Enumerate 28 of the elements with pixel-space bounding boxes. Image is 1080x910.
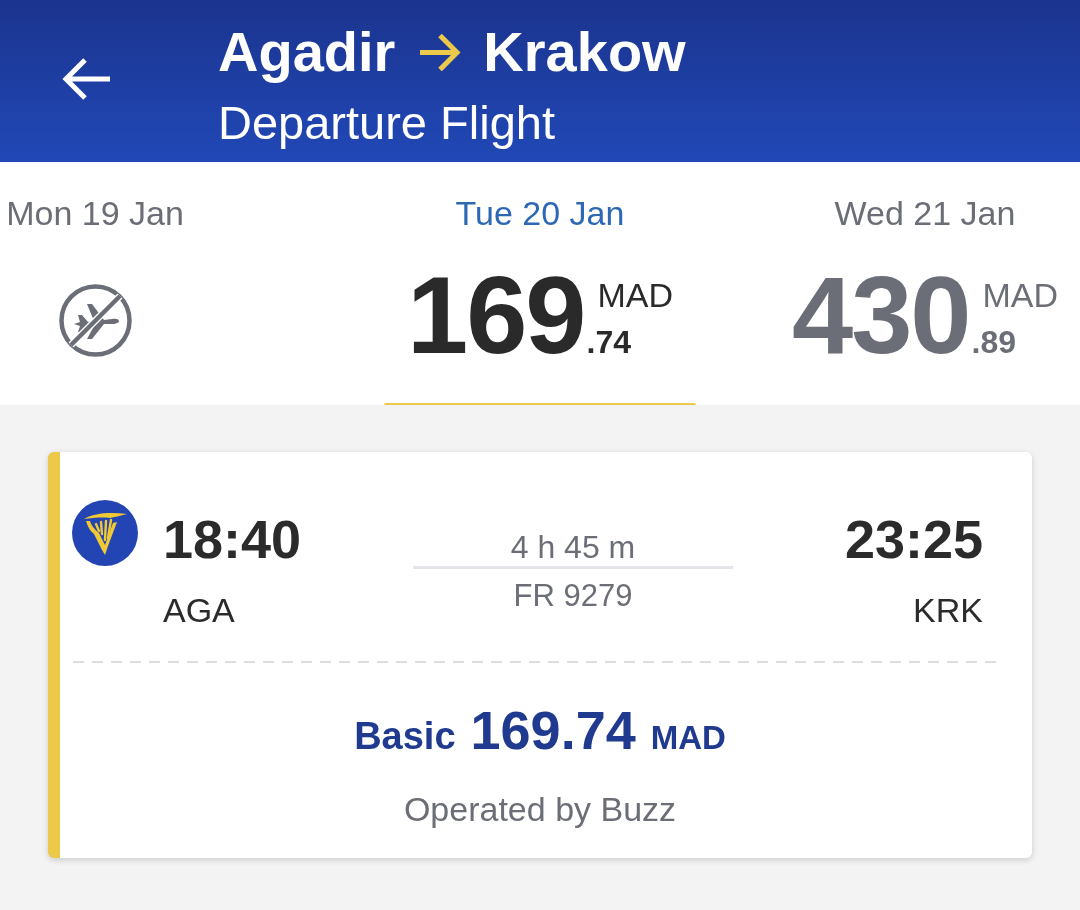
price-amount: 169 [406, 253, 585, 376]
price-decimals: .74 [586, 325, 632, 359]
flight-number: FR 9279 [513, 578, 633, 614]
fare-currency: MAD [650, 718, 726, 758]
no-flights-icon [58, 284, 132, 357]
date-tab[interactable]: Mon 19 Jan [6, 193, 184, 233]
arrival-airport: KRK [912, 590, 983, 630]
destination-city: Krakow [483, 20, 686, 84]
departure-time: 18:40 [163, 509, 302, 569]
price-decimals: .89 [971, 325, 1017, 359]
operator-text: Operated by Buzz [403, 790, 677, 828]
date-tab[interactable]: Wed 21 Jan [834, 193, 1016, 233]
arrow-right-icon [420, 33, 462, 71]
currency-label: MAD [596, 275, 674, 315]
harp-icon [72, 500, 138, 566]
flight-duration: 4 h 45 m [510, 529, 636, 565]
back-button[interactable] [60, 57, 110, 101]
origin-city: Agadir [218, 20, 396, 84]
departure-airport: AGA [163, 590, 236, 630]
fare-name: Basic [354, 714, 456, 759]
arrival-time: 23:25 [844, 509, 983, 569]
date-tab[interactable]: Tue 20 Jan [455, 193, 625, 233]
price-amount: 430 [791, 253, 970, 376]
back-arrow-icon [60, 57, 110, 101]
flight-card[interactable]: 18:40 AGA 4 h 45 m FR 9279 23:25 KRK Basic 169.74 MAD Operated by Buzz [48, 452, 1032, 858]
fare-price: 169.74 [470, 700, 636, 760]
page-subtitle: Departure Flight [218, 97, 556, 149]
currency-label: MAD [981, 275, 1059, 315]
